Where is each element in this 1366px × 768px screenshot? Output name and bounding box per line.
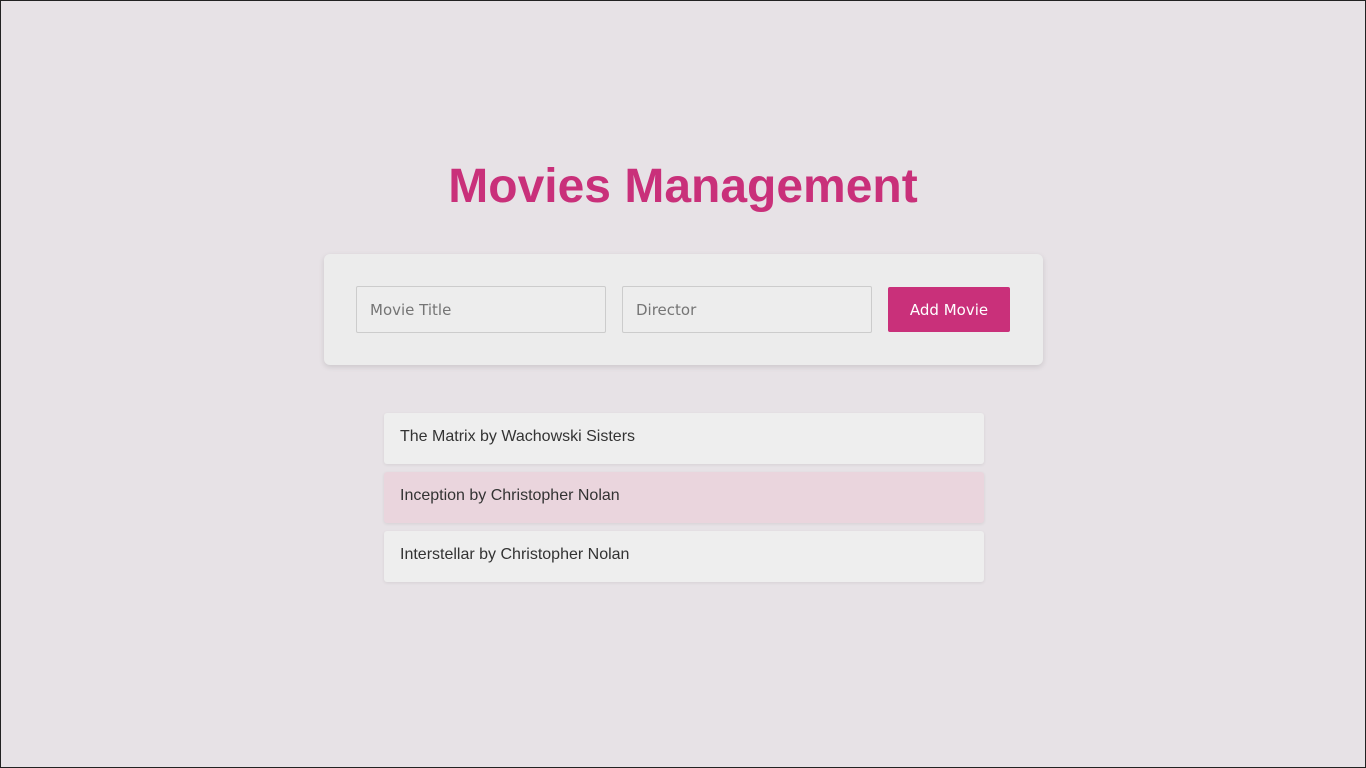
page-title: Movies Management [448, 160, 918, 213]
director-input[interactable] [622, 286, 872, 333]
movie-list: The Matrix by Wachowski Sisters Inceptio… [384, 413, 984, 590]
add-movie-button[interactable]: Add Movie [888, 287, 1010, 332]
movie-list-item[interactable]: Interstellar by Christopher Nolan [384, 531, 984, 582]
movie-list-item[interactable]: The Matrix by Wachowski Sisters [384, 413, 984, 464]
add-movie-form: Add Movie [324, 254, 1043, 365]
movie-title-input[interactable] [356, 286, 606, 333]
movie-list-item[interactable]: Inception by Christopher Nolan [384, 472, 984, 523]
